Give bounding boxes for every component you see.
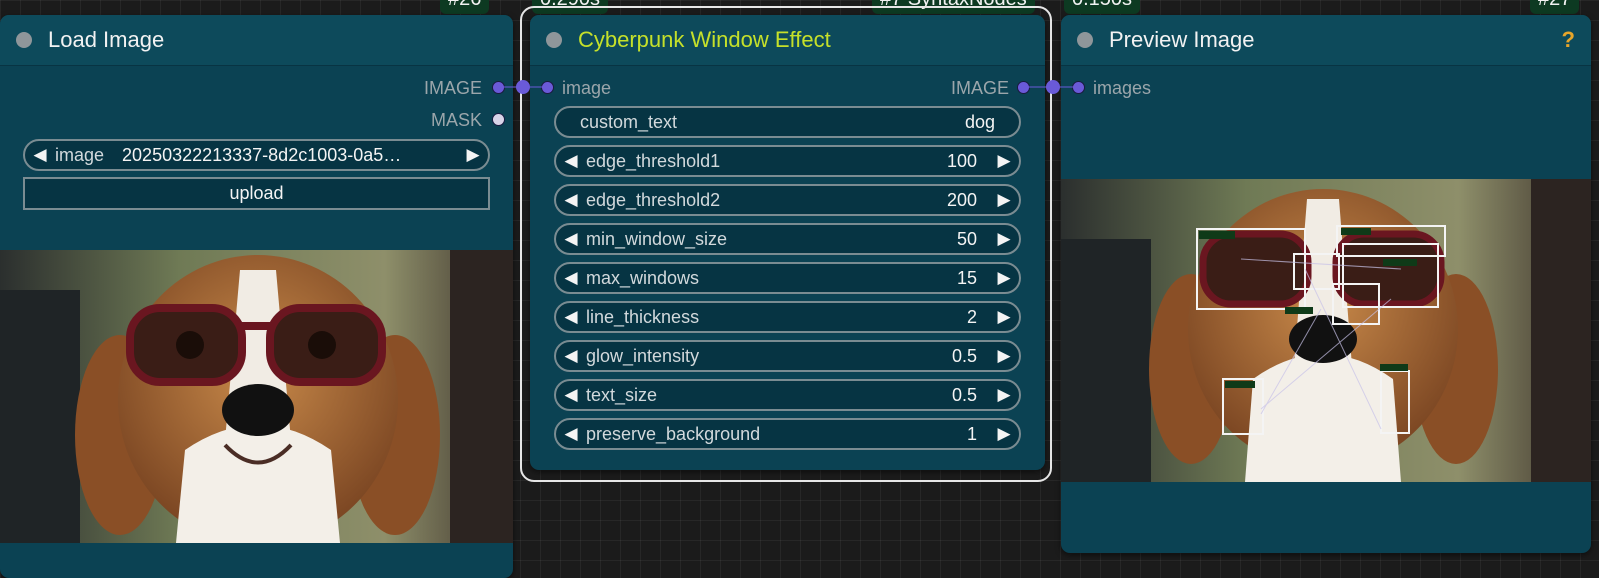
decrement-arrow-icon[interactable]: ◀ [556,190,586,210]
cyberpunk-title-bar[interactable]: Cyberpunk Window Effect [530,15,1045,66]
decrement-arrow-icon[interactable]: ◀ [556,229,586,249]
node-title: Load Image [48,27,165,52]
widget-label: line_thickness [586,306,700,327]
param-widget-edge-threshold1[interactable]: ◀ edge_threshold1 100 ▶ [554,145,1021,177]
widget-label: custom_text [580,111,678,132]
decrement-arrow-icon[interactable]: ◀ [556,346,586,366]
increment-arrow-icon[interactable]: ▶ [989,268,1019,288]
decrement-arrow-icon[interactable]: ◀ [556,151,586,171]
load-node-id-badge: #26 [440,0,490,14]
widget-label: edge_threshold1 [586,150,721,171]
cyberpunk-window-effect-node[interactable]: Cyberpunk Window Effect image IMAGE cust… [530,15,1045,470]
output-socket-image[interactable] [492,81,505,94]
widget-value: 50 [956,228,977,249]
increment-arrow-icon[interactable]: ▶ [989,229,1019,249]
widget-label: preserve_background [586,423,761,444]
output-label-image: IMAGE [423,78,482,98]
output-label-mask: MASK [430,110,482,130]
widget-label: glow_intensity [586,345,700,366]
widget-label: image [55,144,105,165]
processed-dog-photo [1061,179,1591,482]
node-title: Cyberpunk Window Effect [578,27,831,52]
preview-title-bar[interactable]: Preview Image ? [1061,15,1591,66]
decrement-arrow-icon[interactable]: ◀ [556,385,586,405]
param-widget-glow-intensity[interactable]: ◀ glow_intensity 0.5 ▶ [554,340,1021,372]
widget-value: 15 [956,267,977,288]
increment-arrow-icon[interactable]: ▶ [989,307,1019,327]
decrement-arrow-icon[interactable]: ◀ [556,424,586,444]
widget-label: max_windows [586,267,700,288]
preview-image-node[interactable]: Preview Image ? images [1061,15,1591,553]
preview-node-id-badge: #27 [1530,0,1580,14]
image-combo-widget[interactable]: ◀ image 20250322213337-8d2c1003-0a5… ▶ [23,139,490,171]
param-widget-min-window-size[interactable]: ◀ min_window_size 50 ▶ [554,223,1021,255]
output-label-image: IMAGE [950,78,1009,98]
param-widget-max-windows[interactable]: ◀ max_windows 15 ▶ [554,262,1021,294]
preview-node-time-badge: 0.150s [1064,0,1141,14]
increment-arrow-icon[interactable]: ▶ [989,424,1019,444]
widget-label: text_size [586,384,658,405]
increment-arrow-icon[interactable]: ▶ [989,385,1019,405]
decrement-arrow-icon[interactable]: ◀ [556,268,586,288]
increment-arrow-icon[interactable]: ▶ [989,346,1019,366]
param-widget-line-thickness[interactable]: ◀ line_thickness 2 ▶ [554,301,1021,333]
param-widget-preserve-background[interactable]: ◀ preserve_background 1 ▶ [554,418,1021,450]
widget-value: 200 [946,189,977,210]
help-icon[interactable]: ? [1562,27,1575,53]
widget-value: 2 [966,306,977,327]
increment-arrow-icon[interactable]: ▶ [458,145,488,165]
status-dot-icon[interactable] [546,32,562,48]
status-dot-icon[interactable] [16,32,32,48]
custom-text-widget[interactable]: custom_text dog [554,106,1021,138]
increment-arrow-icon[interactable]: ▶ [989,190,1019,210]
output-socket-mask[interactable] [492,113,505,126]
status-dot-icon[interactable] [1077,32,1093,48]
output-socket-image[interactable] [1017,81,1030,94]
input-socket-images[interactable] [1072,81,1085,94]
node-title: Preview Image [1109,27,1255,52]
load-image-title-bar[interactable]: Load Image [0,15,513,66]
load-image-node[interactable]: Load Image IMAGE MASK ◀ image 2025032221… [0,15,513,578]
dog-photo [0,250,513,543]
widget-value: 0.5 [951,384,977,405]
param-widget-text-size[interactable]: ◀ text_size 0.5 ▶ [554,379,1021,411]
input-label-image: image [562,78,612,98]
widget-label: edge_threshold2 [586,189,721,210]
widget-label: min_window_size [586,228,728,249]
widget-value: dog [964,111,995,132]
output-preview [1061,179,1591,482]
widget-value: 100 [946,150,977,171]
increment-arrow-icon[interactable]: ▶ [989,151,1019,171]
decrement-arrow-icon[interactable]: ◀ [556,307,586,327]
input-label-images: images [1093,78,1152,98]
param-widget-edge-threshold2[interactable]: ◀ edge_threshold2 200 ▶ [554,184,1021,216]
widget-value: 0.5 [951,345,977,366]
input-socket-image[interactable] [541,81,554,94]
image-preview [0,250,513,543]
widget-value: 20250322213337-8d2c1003-0a5… [122,144,402,165]
decrement-arrow-icon[interactable]: ◀ [25,145,55,165]
widget-value: 1 [966,423,977,444]
upload-button[interactable]: upload [23,177,490,210]
